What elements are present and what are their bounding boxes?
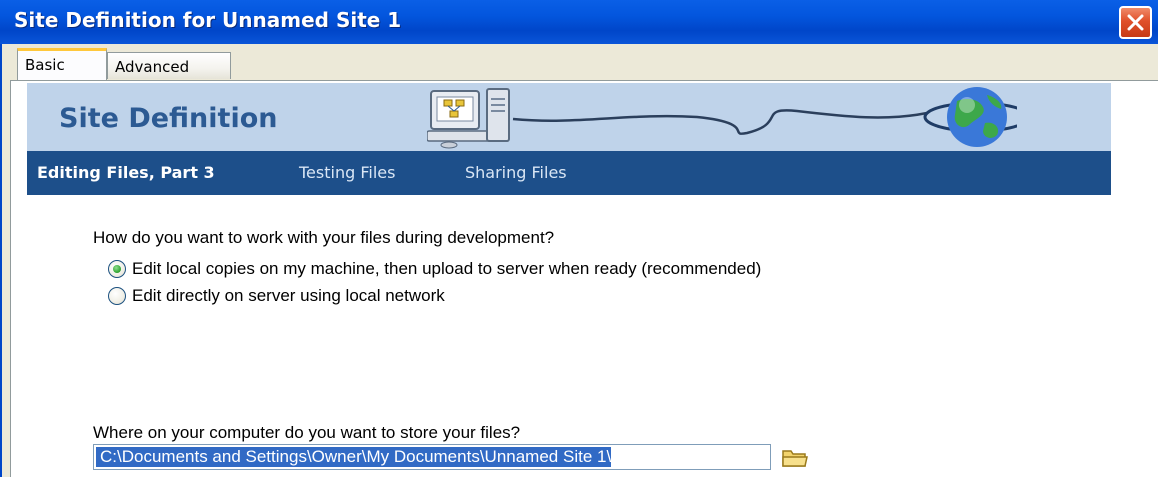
radio-edit-local-label[interactable]: Edit local copies on my machine, then up… — [132, 259, 761, 279]
tab-panel: Site Definition Editing Files, Part 3 Te… — [10, 80, 1158, 477]
globe-icon — [923, 87, 1017, 147]
close-icon — [1127, 14, 1144, 31]
browse-folder-button[interactable] — [781, 445, 809, 469]
local-folder-value[interactable]: C:\Documents and Settings\Owner\My Docum… — [96, 447, 612, 467]
banner-title: Site Definition — [59, 103, 278, 134]
radio-edit-server-label[interactable]: Edit directly on server using local netw… — [132, 286, 445, 306]
radio-button-selected[interactable] — [108, 260, 126, 278]
radio-button[interactable] — [108, 287, 126, 305]
window-title: Site Definition for Unnamed Site 1 — [14, 8, 402, 32]
close-button[interactable] — [1119, 6, 1152, 39]
banner-illustration — [427, 87, 1017, 149]
tab-basic[interactable]: Basic — [17, 48, 107, 80]
step-sharing-files[interactable]: Sharing Files — [465, 163, 567, 182]
work-method-question: How do you want to work with your files … — [93, 228, 555, 247]
step-testing-files[interactable]: Testing Files — [299, 163, 395, 182]
site-definition-dialog: Site Definition for Unnamed Site 1 Basic… — [0, 0, 1158, 477]
step-editing-files[interactable]: Editing Files, Part 3 — [37, 163, 215, 182]
local-folder-input[interactable]: C:\Documents and Settings\Owner\My Docum… — [93, 444, 771, 470]
wizard-banner: Site Definition — [27, 83, 1111, 151]
tab-advanced[interactable]: Advanced — [107, 52, 231, 79]
window-body: Basic Advanced Site Definition Editing F… — [0, 44, 1158, 477]
folder-icon — [782, 450, 808, 467]
wizard-steps: Editing Files, Part 3 Testing Files Shar… — [27, 151, 1111, 195]
title-bar[interactable]: Site Definition for Unnamed Site 1 — [0, 0, 1158, 45]
storage-location-question: Where on your computer do you want to st… — [93, 423, 521, 442]
computer-icon — [427, 88, 510, 149]
